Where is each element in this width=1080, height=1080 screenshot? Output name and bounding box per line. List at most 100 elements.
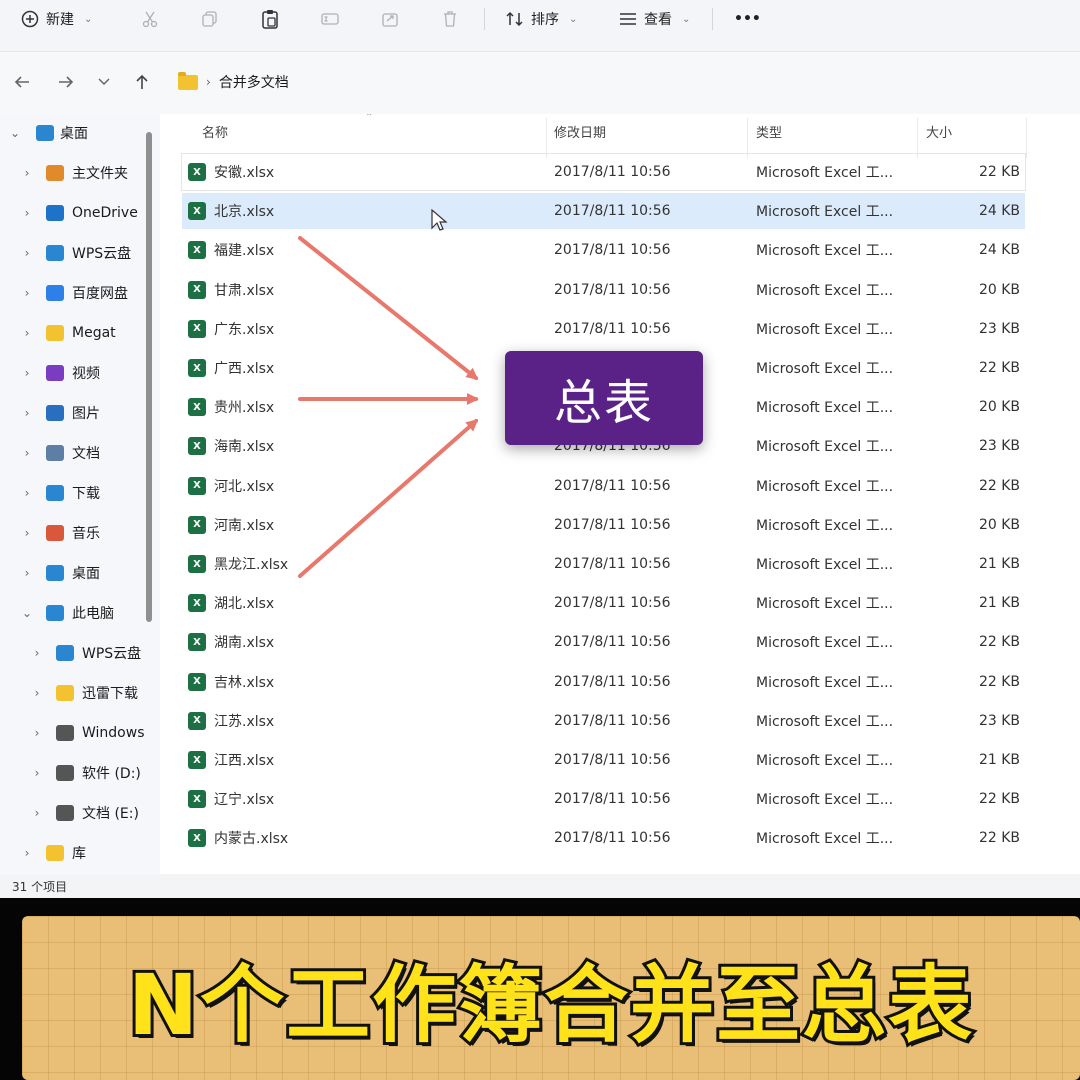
chevron-right-icon[interactable]: › bbox=[30, 806, 44, 820]
file-name: 江苏.xlsx bbox=[214, 713, 275, 730]
chevron-right-icon[interactable]: › bbox=[20, 526, 34, 540]
cut-button[interactable] bbox=[140, 0, 160, 38]
chevron-right-icon[interactable]: › bbox=[30, 686, 44, 700]
file-row[interactable]: X 甘肃.xlsx 2017/8/11 10:56 Microsoft Excel 工… bbox=[182, 272, 1025, 308]
column-header-type[interactable]: 类型 bbox=[756, 122, 782, 141]
file-row[interactable]: X 江苏.xlsx 2017/8/11 10:56 Microsoft Excel 工… bbox=[182, 703, 1025, 739]
file-name-cell[interactable]: X 黑龙江.xlsx bbox=[188, 546, 288, 582]
column-header-modified[interactable]: 修改日期 bbox=[554, 122, 606, 141]
sidebar-item[interactable]: › 软件 (D:) bbox=[0, 758, 160, 788]
file-row-partial[interactable] bbox=[182, 860, 1025, 872]
chevron-right-icon[interactable]: › bbox=[20, 286, 34, 300]
desktop-icon bbox=[46, 565, 64, 581]
sidebar-item[interactable]: ⌄ 此电脑 bbox=[0, 598, 160, 628]
file-row[interactable]: X 安徽.xlsx 2017/8/11 10:56 Microsoft Excel 工… bbox=[181, 153, 1026, 191]
chevron-right-icon[interactable]: › bbox=[20, 366, 34, 380]
chevron-right-icon[interactable]: › bbox=[20, 326, 34, 340]
cloud-icon bbox=[46, 245, 64, 261]
file-name-cell[interactable]: X 甘肃.xlsx bbox=[188, 272, 274, 308]
file-name-cell[interactable]: X 海南.xlsx bbox=[188, 428, 274, 464]
chevron-right-icon[interactable]: › bbox=[20, 566, 34, 580]
sidebar-item[interactable]: › 主文件夹 bbox=[0, 158, 160, 188]
file-name-cell[interactable]: X 北京.xlsx bbox=[188, 193, 274, 229]
file-name-cell[interactable]: X 江西.xlsx bbox=[188, 742, 274, 778]
sidebar-item[interactable]: › WPS云盘 bbox=[0, 238, 160, 268]
sidebar-item[interactable]: › 视频 bbox=[0, 358, 160, 388]
breadcrumb-current-folder[interactable]: 合并多文档 bbox=[219, 72, 289, 92]
chevron-right-icon[interactable]: › bbox=[20, 246, 34, 260]
sidebar-item[interactable]: › 文档 (E:) bbox=[0, 798, 160, 828]
file-row[interactable]: X 黑龙江.xlsx 2017/8/11 10:56 Microsoft Excel … bbox=[182, 546, 1025, 582]
file-row[interactable]: X 湖北.xlsx 2017/8/11 10:56 Microsoft Excel 工… bbox=[182, 585, 1025, 621]
sidebar-item[interactable]: › Windows bbox=[0, 718, 160, 748]
sidebar-item[interactable]: › 下载 bbox=[0, 478, 160, 508]
file-row[interactable]: X 江西.xlsx 2017/8/11 10:56 Microsoft Excel 工… bbox=[182, 742, 1025, 778]
file-row[interactable]: X 辽宁.xlsx 2017/8/11 10:56 Microsoft Excel 工… bbox=[182, 781, 1025, 817]
chevron-right-icon[interactable]: › bbox=[20, 406, 34, 420]
file-size: 24 KB bbox=[978, 203, 1020, 220]
new-button[interactable]: 新建 ⌄ bbox=[20, 0, 92, 38]
file-row[interactable]: X 河北.xlsx 2017/8/11 10:56 Microsoft Excel 工… bbox=[182, 468, 1025, 504]
file-name-cell[interactable]: X 内蒙古.xlsx bbox=[188, 820, 288, 856]
up-arrow-icon[interactable] bbox=[130, 70, 154, 94]
more-options-button[interactable]: ••• bbox=[734, 0, 761, 38]
paste-button[interactable] bbox=[260, 0, 280, 38]
chevron-right-icon[interactable]: › bbox=[30, 646, 44, 660]
chevron-right-icon[interactable]: › bbox=[20, 166, 34, 180]
back-arrow-icon[interactable] bbox=[10, 70, 34, 94]
rename-button[interactable] bbox=[320, 0, 340, 38]
view-button[interactable]: 查看 ⌄ bbox=[618, 0, 690, 38]
chevron-down-icon[interactable]: ⌄ bbox=[8, 126, 22, 140]
sort-button[interactable]: 排序 ⌄ bbox=[505, 0, 577, 38]
status-bar: 31 个项目 bbox=[0, 874, 1080, 898]
file-row[interactable]: X 广东.xlsx 2017/8/11 10:56 Microsoft Excel 工… bbox=[182, 311, 1025, 347]
file-name: 黑龙江.xlsx bbox=[214, 557, 289, 573]
file-row[interactable]: X 北京.xlsx 2017/8/11 10:56 Microsoft Excel 工… bbox=[182, 193, 1025, 230]
sidebar-item[interactable]: › 桌面 bbox=[0, 558, 160, 588]
share-button[interactable] bbox=[380, 0, 400, 38]
file-row[interactable]: X 福建.xlsx 2017/8/11 10:56 Microsoft Excel 工… bbox=[182, 232, 1025, 268]
chevron-right-icon[interactable]: › bbox=[20, 206, 34, 220]
file-name-cell[interactable]: X 贵州.xlsx bbox=[188, 389, 274, 425]
file-name-cell[interactable]: X 江苏.xlsx bbox=[188, 703, 274, 739]
sidebar-item[interactable]: › 百度网盘 bbox=[0, 278, 160, 308]
file-row[interactable]: X 湖南.xlsx 2017/8/11 10:56 Microsoft Excel 工… bbox=[182, 624, 1025, 660]
copy-button[interactable] bbox=[200, 0, 220, 38]
sidebar-item[interactable]: › 库 bbox=[0, 838, 160, 868]
chevron-down-icon[interactable]: ⌄ bbox=[20, 606, 34, 620]
sidebar-item[interactable]: › 迅雷下载 bbox=[0, 678, 160, 708]
forward-arrow-icon[interactable] bbox=[54, 70, 78, 94]
file-name-cell[interactable]: X 吉林.xlsx bbox=[188, 664, 274, 700]
chevron-right-icon[interactable]: › bbox=[30, 726, 44, 740]
file-name-cell[interactable]: X 湖南.xlsx bbox=[188, 624, 274, 660]
file-name-cell[interactable]: X 湖北.xlsx bbox=[188, 585, 274, 621]
sidebar-item[interactable]: › WPS云盘 bbox=[0, 638, 160, 668]
file-name-cell[interactable]: X 河北.xlsx bbox=[188, 468, 274, 504]
chevron-right-icon[interactable]: › bbox=[30, 766, 44, 780]
sidebar-item[interactable]: › OneDrive bbox=[0, 198, 160, 228]
file-row[interactable]: X 吉林.xlsx 2017/8/11 10:56 Microsoft Excel 工… bbox=[182, 664, 1025, 700]
chevron-right-icon[interactable]: › bbox=[20, 486, 34, 500]
column-header-name[interactable]: 名称 bbox=[202, 122, 228, 141]
file-name-cell[interactable]: X 辽宁.xlsx bbox=[188, 781, 274, 817]
chevron-right-icon[interactable]: › bbox=[20, 446, 34, 460]
column-header-size[interactable]: 大小 bbox=[926, 122, 952, 141]
file-name-cell[interactable]: X 河南.xlsx bbox=[188, 507, 274, 543]
recent-locations-chevron-icon[interactable] bbox=[92, 70, 116, 94]
file-name-cell[interactable]: X 安徽.xlsx bbox=[188, 154, 274, 190]
file-type: Microsoft Excel 工... bbox=[756, 596, 894, 613]
breadcrumb[interactable]: › 合并多文档 bbox=[178, 71, 289, 92]
file-name-cell[interactable]: X 福建.xlsx bbox=[188, 232, 274, 268]
sidebar-item[interactable]: › Megat bbox=[0, 318, 160, 348]
file-name-cell[interactable]: X 广西.xlsx bbox=[188, 350, 274, 386]
sidebar-item[interactable]: ⌄ 桌面 bbox=[0, 118, 160, 148]
delete-button[interactable] bbox=[440, 0, 460, 38]
file-row[interactable]: X 内蒙古.xlsx 2017/8/11 10:56 Microsoft Excel … bbox=[182, 820, 1025, 856]
sidebar-item[interactable]: › 音乐 bbox=[0, 518, 160, 548]
sidebar-item[interactable]: › 文档 bbox=[0, 438, 160, 468]
excel-file-icon: X bbox=[188, 594, 206, 613]
file-name-cell[interactable]: X 广东.xlsx bbox=[188, 311, 274, 347]
file-row[interactable]: X 河南.xlsx 2017/8/11 10:56 Microsoft Excel 工… bbox=[182, 507, 1025, 543]
chevron-right-icon[interactable]: › bbox=[20, 846, 34, 860]
sidebar-item[interactable]: › 图片 bbox=[0, 398, 160, 428]
